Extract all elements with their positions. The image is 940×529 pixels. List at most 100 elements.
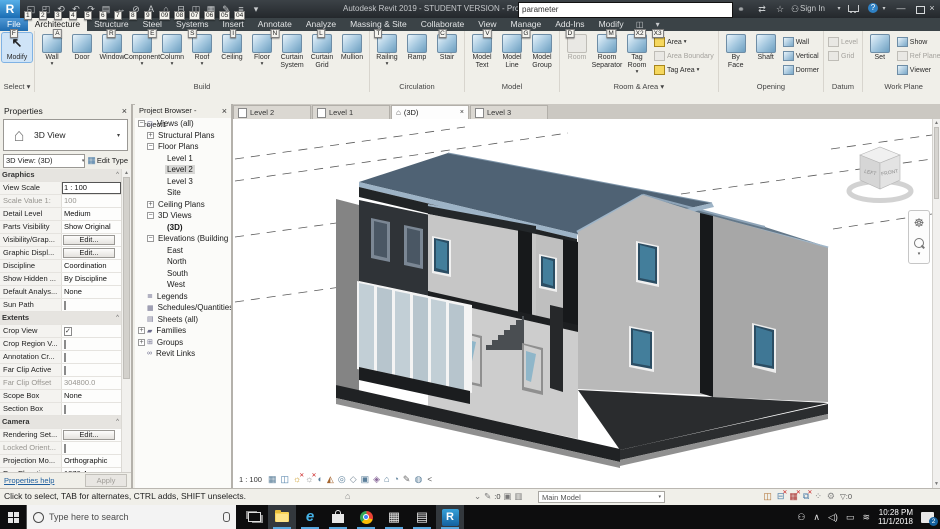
dormer-button[interactable]: Dormer <box>781 63 821 77</box>
tag-room-button[interactable]: TagRoom▾ <box>622 33 652 75</box>
taskbar-clock[interactable]: 10:28 PM11/1/2018 <box>878 508 913 526</box>
property-section-extents[interactable]: Extents^ <box>0 312 121 325</box>
properties-scrollbar[interactable]: ▲▼ <box>121 169 131 494</box>
property-checkbox[interactable] <box>64 444 66 453</box>
browser-item-groups[interactable]: +⊞Groups <box>135 337 231 349</box>
floor-button[interactable]: Floor▾ <box>247 33 277 67</box>
set-button[interactable]: Set <box>865 33 895 62</box>
zoom-icon[interactable] <box>914 238 924 248</box>
taskbar-app-chrome[interactable] <box>352 505 380 529</box>
taskbar-app-task-view[interactable] <box>240 505 268 529</box>
ribbon-tab-view[interactable]: ViewV <box>471 18 503 31</box>
panel-label-room-area[interactable]: Room & Area ▾ <box>560 81 718 92</box>
level-button[interactable]: Level <box>826 35 860 49</box>
help-search-input[interactable] <box>518 2 733 18</box>
mullion-button[interactable]: Mullion <box>337 33 367 62</box>
navbar-dropdown-icon[interactable]: ▾ <box>918 251 921 257</box>
view-control-icon-8[interactable]: ◇ <box>350 474 357 485</box>
properties-help-link[interactable]: Properties help <box>4 476 54 485</box>
properties-close-icon[interactable]: × <box>122 104 127 118</box>
viewer-button[interactable]: Viewer <box>895 63 940 77</box>
view-control-icon-6[interactable]: ◭ <box>327 474 334 485</box>
tag-area-button[interactable]: Tag Area▾ <box>652 63 716 77</box>
wall-button[interactable]: Wall▾ <box>37 33 67 67</box>
property-value[interactable]: None <box>62 390 121 402</box>
ribbon-tab-massing-site[interactable]: Massing & SiteT <box>343 18 414 31</box>
browser-item-families[interactable]: +▰Families <box>135 325 231 337</box>
qat-button-12[interactable]: ◫07 <box>189 2 203 16</box>
browser-item-level-2[interactable]: Level 2 <box>135 164 231 176</box>
property-edit-button[interactable]: Edit... <box>63 235 115 245</box>
browser-item-level-3[interactable]: Level 3 <box>135 176 231 188</box>
model-text-button[interactable]: ModelText <box>467 33 497 70</box>
people-icon[interactable]: ⚇ <box>797 512 805 523</box>
favorites-star-icon[interactable]: ☆ <box>773 0 787 18</box>
view-scale-button[interactable]: 1 : 100 <box>236 475 265 484</box>
browser-item-ceiling-plans[interactable]: +Ceiling Plans <box>135 199 231 211</box>
status-right-icon-6[interactable]: ⚙ <box>827 491 835 502</box>
shaft-button[interactable]: Shaft <box>751 33 781 62</box>
browser-item-legends[interactable]: ≣Legends <box>135 291 231 303</box>
ribbon-tab-annotate[interactable]: AnnotateN <box>251 18 299 31</box>
view-tab-level-1[interactable]: Level 1 <box>312 105 390 119</box>
property-value[interactable]: Orthographic <box>62 455 121 467</box>
expand-icon[interactable]: + <box>138 327 145 334</box>
qat-button-2[interactable]: ◰2 <box>39 2 53 16</box>
property-edit-button[interactable]: Edit... <box>63 430 115 440</box>
browser-item-3d-views[interactable]: −3D Views <box>135 210 231 222</box>
view-control-icon-9[interactable]: ▣ <box>361 474 370 485</box>
project-browser-close-icon[interactable]: × <box>222 104 227 118</box>
status-left-icon-2[interactable]: ✎ <box>484 491 491 502</box>
panel-label-select[interactable]: Select ▾ <box>0 81 34 92</box>
browser-item-north[interactable]: North <box>135 256 231 268</box>
action-center-icon[interactable]: 2 <box>921 512 934 523</box>
model-group-button[interactable]: ModelGroup <box>527 33 557 70</box>
ribbon-tab-collaborate[interactable]: CollaborateC <box>414 18 471 31</box>
sign-in-button[interactable]: Sign In <box>800 0 825 18</box>
navigation-bar[interactable]: ☸ ▾ <box>908 210 930 264</box>
qat-button-13[interactable]: ▦06 <box>204 2 218 16</box>
curtain-system-button[interactable]: CurtainSystem <box>277 33 307 70</box>
ribbon-tab-modify[interactable]: ModifyM <box>592 18 631 31</box>
chevron-up-icon[interactable]: ∧ <box>813 512 820 523</box>
vertical-button[interactable]: Vertical <box>781 49 821 63</box>
worksets-icon[interactable]: ⌂ <box>345 491 350 501</box>
status-right-icon-5[interactable]: ⁘ <box>814 491 822 502</box>
railing-button[interactable]: Railing▾ <box>372 33 402 67</box>
exchange-icon[interactable]: ⇄ <box>755 0 769 18</box>
column-button[interactable]: Column▾ <box>157 33 187 67</box>
ribbon-tab-add-ins[interactable]: Add-InsD <box>548 18 591 31</box>
browser-item-floor-plans[interactable]: −Floor Plans <box>135 141 231 153</box>
sign-in-dropdown-icon[interactable]: ▾ <box>835 0 843 18</box>
browser-item-site[interactable]: Site <box>135 187 231 199</box>
wifi-icon[interactable]: ≋ <box>862 512 870 523</box>
collapse-arrow-icon[interactable]: < <box>427 475 432 484</box>
edit-type-button[interactable]: ▦ Edit Type <box>87 155 128 166</box>
qat-button-3[interactable]: ⟲3 <box>54 2 68 16</box>
taskbar-app-calculator[interactable]: ▦ <box>380 505 408 529</box>
browser-item-revit-links[interactable]: ∞Revit Links <box>135 348 231 360</box>
panel-label-datum[interactable]: Datum <box>824 81 862 92</box>
qat-button-11[interactable]: ⊟08 <box>174 2 188 16</box>
steering-wheel-icon[interactable]: ☸ <box>914 211 925 235</box>
area-boundary-button[interactable]: Area Boundary <box>652 49 716 63</box>
view-tab-3d[interactable]: ⌂(3D)× <box>391 105 469 119</box>
viewcube[interactable]: LEFT FRONT <box>849 147 911 201</box>
roof-button[interactable]: Roof▾ <box>187 33 217 67</box>
store-cart-icon[interactable] <box>848 5 859 12</box>
browser-item-level-1[interactable]: Level 1 <box>135 153 231 165</box>
view-control-icon-2[interactable]: ◫ <box>280 474 289 485</box>
property-checkbox[interactable] <box>64 340 66 349</box>
property-checkbox[interactable] <box>64 366 66 375</box>
property-value[interactable]: 100 <box>62 195 121 207</box>
property-checkbox[interactable] <box>64 353 66 362</box>
property-checkbox[interactable] <box>64 301 66 310</box>
taskbar-app-store[interactable] <box>324 505 352 529</box>
status-right-icon-3[interactable]: ▦✕ <box>789 491 798 502</box>
property-value[interactable]: By Discipline <box>62 273 121 285</box>
3d-view-graphics[interactable]: LEFT FRONT <box>233 119 932 488</box>
property-value[interactable]: Medium <box>62 208 121 220</box>
ribbon-tab-analyze[interactable]: AnalyzeL <box>299 18 343 31</box>
wall-button[interactable]: Wall <box>781 35 821 49</box>
status-right-icon-2[interactable]: ⊟✕ <box>777 491 785 502</box>
